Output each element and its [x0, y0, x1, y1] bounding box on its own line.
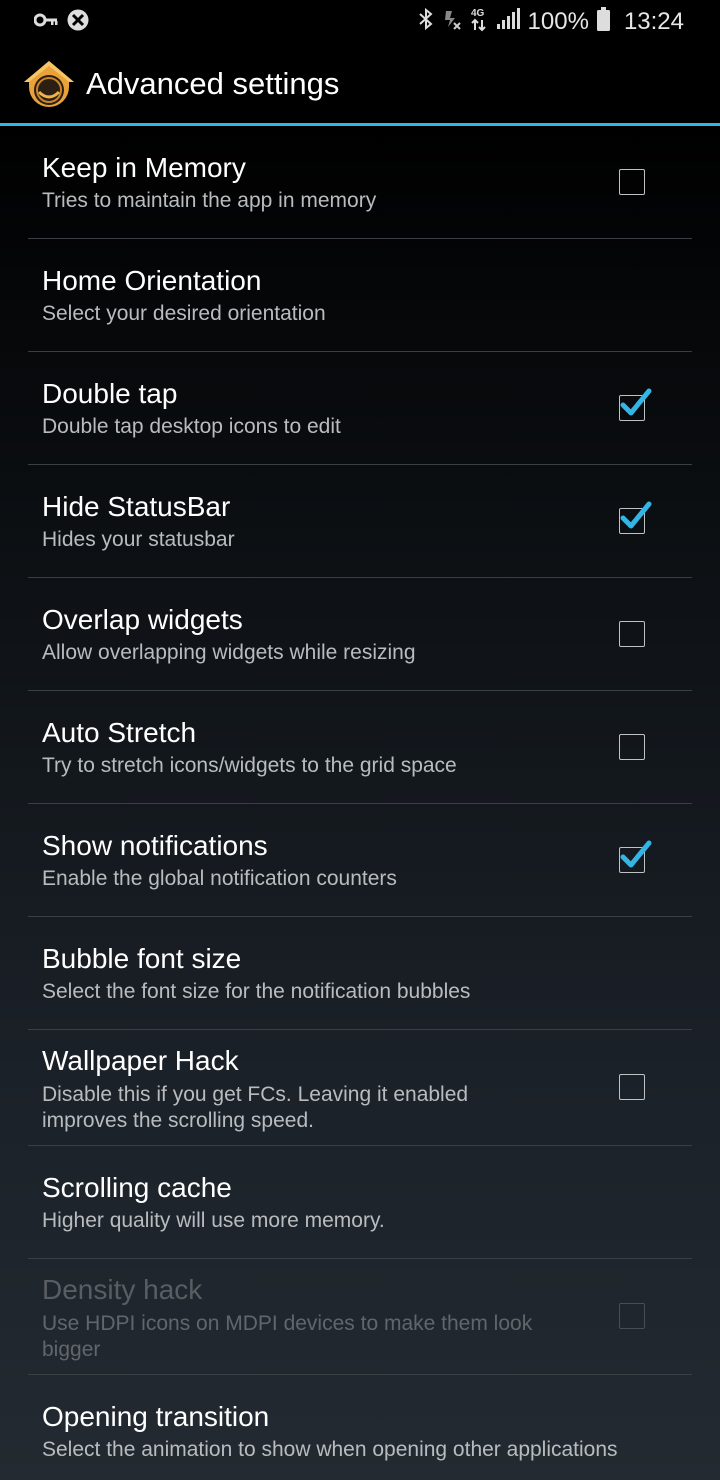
action-bar: Advanced settings [0, 44, 720, 126]
setting-title: Wallpaper Hack [42, 1045, 239, 1076]
settings-list[interactable]: Keep in Memory Tries to maintain the app… [0, 126, 720, 1480]
key-icon [33, 12, 58, 33]
setting-summary: Tries to maintain the app in memory [42, 189, 377, 212]
checkmark-icon [620, 388, 652, 416]
setting-scrolling-cache[interactable]: Scrolling cache Higher quality will use … [28, 1146, 692, 1259]
setting-wallpaper-hack[interactable]: Wallpaper Hack Disable this if you get F… [28, 1030, 692, 1146]
bluetooth-icon [418, 7, 434, 38]
setting-auto-stretch[interactable]: Auto Stretch Try to stretch icons/widget… [28, 691, 692, 804]
setting-title: Home Orientation [42, 265, 262, 296]
wallpaper-hack-checkbox[interactable] [619, 1074, 645, 1100]
clock: 13:24 [623, 8, 684, 35]
setting-title: Scrolling cache [42, 1172, 232, 1203]
battery-icon [596, 6, 610, 38]
4g-icon: 4G [470, 6, 488, 39]
setting-summary: Try to stretch icons/widgets to the grid… [42, 754, 457, 777]
setting-summary: Enable the global notification counters [42, 867, 397, 890]
double-tap-checkbox[interactable] [619, 388, 652, 421]
overlap-widgets-checkbox[interactable] [619, 621, 645, 647]
home-app-icon[interactable] [22, 58, 76, 112]
setting-double-tap[interactable]: Double tap Double tap desktop icons to e… [28, 352, 692, 465]
setting-summary: Double tap desktop icons to edit [42, 415, 341, 438]
hide-statusbar-checkbox[interactable] [619, 501, 652, 534]
setting-title: Keep in Memory [42, 152, 246, 183]
checkmark-icon [620, 501, 652, 529]
auto-stretch-checkbox[interactable] [619, 734, 645, 760]
page-title: Advanced settings [86, 66, 340, 101]
setting-summary: Higher quality will use more memory. [42, 1209, 385, 1232]
setting-title: Auto Stretch [42, 717, 197, 748]
setting-bubble-font-size[interactable]: Bubble font size Select the font size fo… [28, 917, 692, 1030]
setting-title: Bubble font size [42, 943, 242, 974]
setting-summary: Select the font size for the notificatio… [42, 980, 471, 1003]
setting-summary: Hides your statusbar [42, 528, 235, 551]
setting-summary: Select your desired orientation [42, 302, 326, 325]
setting-show-notifications[interactable]: Show notifications Enable the global not… [28, 804, 692, 917]
setting-title: Hide StatusBar [42, 491, 231, 522]
mute-icon [442, 7, 462, 38]
status-bar: 4G 100% 13:24 [0, 0, 720, 44]
blocked-icon [66, 8, 90, 37]
setting-summary: Select the animation to show when openin… [42, 1438, 618, 1461]
signal-icon [496, 7, 520, 37]
checkmark-icon [620, 840, 652, 868]
setting-summary: Use HDPI icons on MDPI devices to make t… [42, 1312, 533, 1361]
keep-in-memory-checkbox[interactable] [619, 169, 645, 195]
setting-overlap-widgets[interactable]: Overlap widgets Allow overlapping widget… [28, 578, 692, 691]
setting-opening-transition[interactable]: Opening transition Select the animation … [28, 1375, 692, 1480]
show-notifications-checkbox[interactable] [619, 840, 652, 873]
setting-title: Density hack [42, 1274, 203, 1305]
setting-summary: Disable this if you get FCs. Leaving it … [42, 1083, 469, 1132]
setting-summary: Allow overlapping widgets while resizing [42, 641, 416, 664]
setting-title: Show notifications [42, 830, 268, 861]
setting-title: Opening transition [42, 1401, 270, 1432]
setting-title: Double tap [42, 378, 178, 409]
setting-title: Overlap widgets [42, 604, 243, 635]
setting-keep-in-memory[interactable]: Keep in Memory Tries to maintain the app… [28, 126, 692, 239]
density-hack-checkbox [619, 1303, 645, 1329]
setting-home-orientation[interactable]: Home Orientation Select your desired ori… [28, 239, 692, 352]
setting-hide-statusbar[interactable]: Hide StatusBar Hides your statusbar [28, 465, 692, 578]
setting-density-hack: Density hack Use HDPI icons on MDPI devi… [28, 1259, 692, 1375]
battery-percent: 100% [527, 8, 589, 35]
svg-text:4G: 4G [471, 8, 485, 19]
